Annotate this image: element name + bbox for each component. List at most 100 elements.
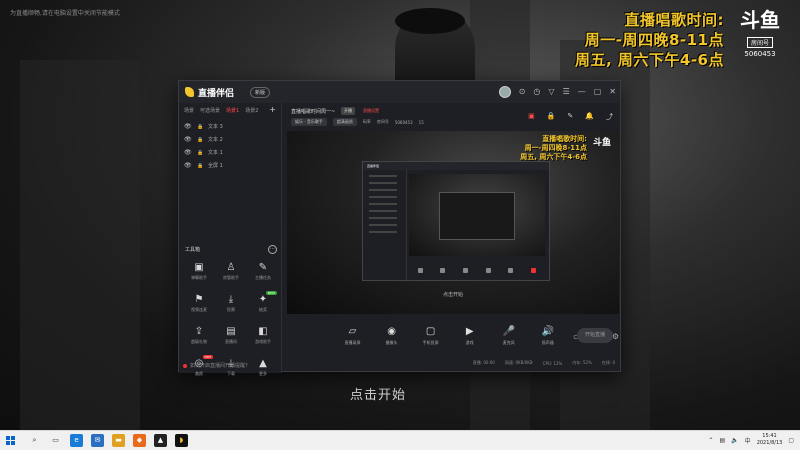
- preview-canvas[interactable]: 直播唱歌时间: 周一-周四晚8-11点 周五, 周六下午4-6点 斗鱼 直播伴侣…: [287, 131, 619, 314]
- lock-icon[interactable]: 🔒: [197, 163, 204, 169]
- control-label: 摄像头: [385, 340, 398, 345]
- tool-item[interactable]: HOT ◎ 美颜: [183, 355, 215, 383]
- list-item[interactable]: 👁 🔒 文本 1: [184, 146, 276, 159]
- tool-label: 下载: [227, 371, 235, 376]
- version-badge[interactable]: 新版: [250, 87, 271, 98]
- status-item: CPU: 12%: [542, 360, 563, 366]
- tool-icon: ▤: [226, 326, 236, 337]
- live-tag[interactable]: 开播: [341, 107, 355, 115]
- tab-scene-2[interactable]: 场景2: [245, 107, 258, 114]
- app-dark-icon[interactable]: ▲: [154, 434, 167, 447]
- control-label: 游戏: [465, 340, 474, 345]
- microphone-button[interactable]: 🎤 麦克风: [495, 326, 522, 346]
- titlebar-controls: ⊙ ◷ ▽ ☰ — ▢ ✕: [498, 86, 616, 98]
- network-icon[interactable]: ▤: [720, 437, 726, 444]
- eye-icon[interactable]: 👁: [184, 123, 193, 130]
- eye-icon[interactable]: 👁: [184, 162, 193, 169]
- ime-icon[interactable]: 中: [745, 436, 751, 445]
- screen-capture-button[interactable]: ▱ 直播录屏: [339, 326, 366, 346]
- phone-cast-button[interactable]: ▢ 手机投屏: [417, 326, 444, 346]
- tool-label: 超级礼物: [191, 339, 207, 344]
- toolbox-header: 工具箱 ⋯: [185, 245, 277, 254]
- mail-icon[interactable]: ✉: [91, 434, 104, 447]
- tool-item[interactable]: ⇪ 超级礼物: [183, 325, 215, 351]
- share-icon[interactable]: ⤴: [606, 112, 613, 122]
- avatar[interactable]: [498, 86, 511, 98]
- preview-banner-line: 周一-周四晚8-11点: [524, 144, 587, 152]
- live-title[interactable]: 直播唱歌时间周一~: [291, 108, 335, 115]
- status-item: 内存: 52%: [572, 360, 592, 365]
- tool-item[interactable]: ✎ 主播任务: [247, 261, 279, 287]
- list-item[interactable]: 👁 🔒 文本 3: [184, 120, 276, 133]
- live-companion-taskbar-icon[interactable]: ◗: [175, 434, 188, 447]
- maximize-icon[interactable]: ▢: [594, 87, 602, 97]
- gift-icon[interactable]: ⊙: [519, 87, 526, 97]
- close-icon[interactable]: ✕: [609, 87, 616, 97]
- footer-notice-text: 如何开启直播间开播提醒?: [190, 363, 248, 369]
- edit-icon[interactable]: ✎: [567, 112, 573, 122]
- folder-icon[interactable]: ▬: [112, 434, 125, 447]
- tool-item[interactable]: ◧ 游戏助手: [247, 325, 279, 351]
- search-icon[interactable]: ⌕: [28, 434, 41, 447]
- start-live-button[interactable]: 开始直播: [577, 328, 613, 343]
- clock[interactable]: 15:41 2021/8/13: [757, 433, 783, 447]
- tool-item[interactable]: ♙ 房管助手: [215, 261, 247, 287]
- gift-icon[interactable]: ▣: [528, 112, 535, 122]
- add-scene-icon[interactable]: +: [269, 106, 276, 114]
- preview-banner: 直播唱歌时间: 周一-周四晚8-11点 周五, 周六下午4-6点: [520, 135, 587, 162]
- list-item[interactable]: 👁 🔒 文本 2: [184, 133, 276, 146]
- edge-icon[interactable]: e: [70, 434, 83, 447]
- tool-icon: ⤓: [228, 294, 234, 305]
- minimize-icon[interactable]: —: [578, 87, 586, 97]
- lock-icon[interactable]: 🔒: [547, 112, 556, 122]
- click-start-text[interactable]: 点击开始: [350, 384, 406, 403]
- left-panel: 场景 可选场景 场景1 场景2 + 👁 🔒 文本 3 👁 🔒 文本 2 👁 🔒 …: [179, 103, 282, 376]
- inner-titlebar: 直播伴侣: [363, 162, 549, 170]
- tool-icon: ◧: [258, 326, 268, 337]
- volume-icon[interactable]: 🔈: [731, 437, 738, 444]
- tool-icon: ⚑: [194, 294, 204, 305]
- quality-selector[interactable]: 超清画质: [332, 118, 357, 126]
- tool-item[interactable]: ⚑ 视频连麦: [183, 293, 215, 319]
- tool-item[interactable]: NEW ✦ 抽奖: [247, 291, 279, 319]
- eye-icon[interactable]: 👁: [184, 136, 193, 143]
- game-button[interactable]: ▶ 游戏: [456, 326, 483, 346]
- bell-icon[interactable]: 🔔: [585, 112, 594, 122]
- speaker-button[interactable]: 🔊 扬声器: [534, 326, 561, 346]
- camera-button[interactable]: ◉ 摄像头: [378, 326, 405, 346]
- tool-item[interactable]: ▣ 弹幕助手: [183, 261, 215, 287]
- tool-label: 投票: [227, 307, 235, 312]
- right-toolbar: ▣ 🔒 ✎ 🔔 ⤴: [528, 112, 613, 122]
- share-icon[interactable]: ◷: [533, 87, 540, 97]
- hat-decoration: [395, 8, 465, 34]
- tool-label: 抽奖: [259, 307, 267, 312]
- app-orange-icon[interactable]: ◆: [133, 434, 146, 447]
- tool-icon: ▣: [194, 262, 204, 273]
- control-bar: ▱直播录屏 ◉摄像头 ▢手机投屏 ▶游戏 🎤麦克风 🔊扬声器 ▭ ◔ ⚙ 开始直…: [287, 319, 619, 353]
- tool-item[interactable]: ▲ 更多: [247, 357, 279, 383]
- eye-icon[interactable]: 👁: [184, 149, 193, 156]
- tab-optional-scene[interactable]: 可选场景: [200, 107, 220, 114]
- tool-label: 直播间: [225, 339, 237, 344]
- windows-start-icon[interactable]: [6, 436, 16, 446]
- menu-icon[interactable]: ☰: [563, 87, 570, 97]
- task-view-icon[interactable]: ▭: [49, 434, 62, 447]
- pin-icon[interactable]: ▽: [548, 87, 554, 97]
- live-settings-link[interactable]: 直播设置: [363, 108, 379, 114]
- lock-icon[interactable]: 🔒: [197, 137, 204, 143]
- footer-notice[interactable]: 如何开启直播间开播提醒?: [183, 362, 248, 369]
- chevron-up-icon[interactable]: ⌃: [708, 437, 713, 444]
- lock-icon[interactable]: 🔒: [197, 124, 204, 130]
- notification-icon[interactable]: ▢: [788, 437, 794, 444]
- tool-item[interactable]: ▤ 直播间: [215, 325, 247, 351]
- tool-item[interactable]: ⤓ 下载: [215, 357, 247, 383]
- tab-scene-1[interactable]: 场景1: [226, 107, 239, 114]
- lock-icon[interactable]: 🔒: [197, 150, 204, 156]
- more-icon[interactable]: ⋯: [268, 245, 277, 254]
- tool-item[interactable]: ⤓ 投票: [215, 293, 247, 319]
- tab-scene[interactable]: 场景: [184, 107, 194, 114]
- live-companion-window: 直播伴侣 新版 ⊙ ◷ ▽ ☰ — ▢ ✕ 场景 可选场景 场景1 场景2 +: [178, 80, 621, 376]
- category-selector[interactable]: 娱乐 · 音乐歌手: [291, 118, 327, 126]
- list-item[interactable]: 👁 🔒 全屏 1: [184, 159, 276, 172]
- control-label: 扬声器: [541, 340, 554, 345]
